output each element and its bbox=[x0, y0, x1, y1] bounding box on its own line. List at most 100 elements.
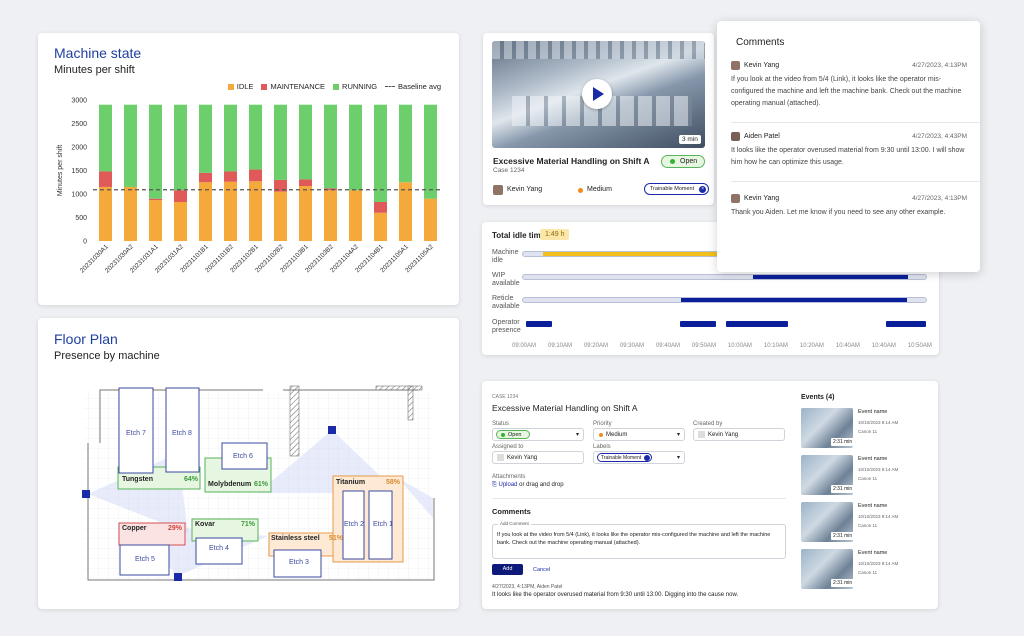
bar-segment-idle bbox=[174, 201, 187, 241]
zone-tungsten[interactable]: Tungsten 64% bbox=[122, 476, 198, 483]
bar-segment-running bbox=[249, 104, 262, 170]
video-case-user: Kevin Yang bbox=[507, 186, 543, 193]
idle-time-title: Total idle time bbox=[492, 231, 546, 240]
priority-select[interactable]: Medium ▾ bbox=[593, 428, 685, 441]
event-camera: Canon 11 bbox=[858, 429, 878, 434]
bar-segment-running bbox=[424, 104, 437, 199]
bar-segment-running bbox=[149, 104, 162, 199]
zone-molybdenum[interactable]: Molybdenum 61% bbox=[208, 481, 268, 488]
zone-titanium[interactable]: Titanium 58% bbox=[336, 479, 400, 486]
cancel-button[interactable]: Cancel bbox=[533, 567, 550, 573]
room-etch-1[interactable]: Etch 1 bbox=[373, 521, 393, 528]
zone-kovar-pct: 71% bbox=[240, 521, 255, 528]
y-tick-label: 0 bbox=[83, 239, 87, 246]
video-case-number: Case 1234 bbox=[493, 167, 525, 174]
zone-stainless-steel-pct: 51% bbox=[328, 535, 343, 542]
room-etch-3[interactable]: Etch 3 bbox=[289, 559, 309, 566]
bar-segment-idle bbox=[374, 212, 387, 241]
event-item[interactable]: 2:31 min Event name 10/10/2023 9:14 AM Cano… bbox=[801, 408, 931, 450]
status-select[interactable]: Open ▾ bbox=[492, 428, 584, 441]
idle-time-badge: 1:49 h bbox=[540, 229, 570, 240]
remove-tag-icon[interactable]: × bbox=[699, 186, 707, 193]
case-title: Excessive Material Handling on Shift A bbox=[492, 403, 638, 413]
bar-segment-running bbox=[399, 104, 412, 183]
status-dot-icon bbox=[670, 159, 675, 164]
remove-tag-icon[interactable] bbox=[644, 455, 651, 461]
assigned-to-field[interactable]: Kevin Yang bbox=[492, 451, 584, 464]
zone-copper[interactable]: Copper 29% bbox=[122, 525, 182, 532]
zone-molybdenum-pct: 61% bbox=[253, 481, 268, 488]
y-tick-label: 3000 bbox=[71, 98, 87, 105]
labels-select[interactable]: Trainable Moment ▾ bbox=[593, 451, 685, 464]
bar-segment-running bbox=[274, 104, 287, 180]
y-tick-label: 1500 bbox=[71, 168, 87, 175]
video-case-priority: Medium bbox=[587, 186, 612, 193]
status-pill: Open bbox=[496, 430, 531, 439]
y-tick-label: 2000 bbox=[71, 145, 87, 152]
case-detail-card: CASE 1234 Excessive Material Handling on… bbox=[482, 381, 938, 609]
bar-segment-idle bbox=[299, 186, 312, 241]
bar-segment-maintenance bbox=[149, 198, 162, 201]
room-etch-8[interactable]: Etch 8 bbox=[172, 430, 192, 437]
priority-label: Priority bbox=[593, 421, 612, 427]
add-comment-box[interactable]: Add Comment If you look at the video fro… bbox=[492, 521, 786, 559]
bar-segment-idle bbox=[324, 190, 337, 241]
comment-text: Thank you Aiden. Let me know if you need… bbox=[731, 209, 946, 216]
floor-plan-map bbox=[82, 385, 435, 581]
event-duration: 2:31 min bbox=[831, 438, 855, 446]
label-tag[interactable]: Trainable Moment bbox=[597, 453, 653, 462]
bar-segment-running bbox=[324, 104, 337, 189]
posted-comment-text: It looks like the operator overused mate… bbox=[492, 592, 739, 598]
comment-time: 4/27/2023, 4:43PM bbox=[912, 133, 967, 140]
divider bbox=[731, 181, 980, 182]
room-etch-4[interactable]: Etch 4 bbox=[209, 545, 229, 552]
machine-state-chart: 0 500 1000 1500 2000 2500 3000 Minutes per shif… bbox=[57, 98, 441, 274]
avatar bbox=[731, 132, 740, 141]
play-button-icon[interactable] bbox=[582, 79, 612, 109]
bar-segment-maintenance bbox=[99, 171, 112, 187]
upload-link[interactable]: Upload bbox=[498, 482, 517, 488]
video-case-card[interactable]: 3 min Excessive Material Handling on Shi… bbox=[483, 33, 714, 205]
avatar bbox=[731, 194, 740, 203]
event-item[interactable]: 2:31 min Event name 10/10/2023 9:14 AM Cano… bbox=[801, 502, 931, 544]
bar-segment-idle bbox=[149, 200, 162, 241]
comment-text: It looks like the operator overused mate… bbox=[731, 147, 965, 166]
row-operator-presence: Operator presence bbox=[492, 319, 521, 334]
zone-titanium-pct: 58% bbox=[385, 479, 400, 486]
time-axis: 09:00AM 09:10AM 09:20AM 09:30AM 09:40AM 09:50… bbox=[512, 343, 932, 349]
room-etch-5[interactable]: Etch 5 bbox=[135, 556, 155, 563]
events-title: Events (4) bbox=[801, 394, 835, 401]
event-duration: 2:31 min bbox=[831, 485, 855, 493]
bar-segment-idle bbox=[274, 191, 287, 241]
upload-area[interactable]: ⎘ Upload or drag and drop bbox=[492, 482, 564, 489]
event-date: 10/10/2023 9:14 AM bbox=[858, 467, 899, 472]
zone-stainless-steel[interactable]: Stainless steel 51% bbox=[271, 535, 343, 542]
zone-kovar[interactable]: Kovar 71% bbox=[195, 521, 255, 528]
room-etch-2[interactable]: Etch 2 bbox=[344, 521, 364, 528]
bar-segment-running bbox=[299, 104, 312, 180]
room-etch-7[interactable]: Etch 7 bbox=[126, 430, 146, 437]
video-case-title[interactable]: Excessive Material Handling on Shift A bbox=[493, 156, 650, 166]
event-camera: Canon 11 bbox=[858, 570, 878, 575]
event-date: 10/10/2023 9:14 AM bbox=[858, 420, 899, 425]
comment-time: 4/27/2023, 4:13PM bbox=[912, 62, 967, 69]
bar-segment-idle bbox=[424, 198, 437, 241]
comments-section-title: Comments bbox=[492, 507, 531, 516]
bar-segment-running bbox=[224, 104, 237, 172]
status-open-pill[interactable]: Open bbox=[661, 155, 705, 168]
comments-popup-title: Comments bbox=[736, 37, 785, 48]
bar-segment-maintenance bbox=[374, 201, 387, 213]
event-item[interactable]: 2:31 min Event name 10/10/2023 9:14 AM Cano… bbox=[801, 549, 931, 591]
bar-segment-running bbox=[374, 104, 387, 202]
label-tag[interactable]: Trainable Moment × bbox=[644, 183, 710, 195]
add-button[interactable]: Add bbox=[492, 564, 523, 575]
bar-segment-idle bbox=[224, 181, 237, 241]
event-item[interactable]: 2:31 min Event name 10/10/2023 9:14 AM Cano… bbox=[801, 455, 931, 497]
room-etch-6[interactable]: Etch 6 bbox=[233, 453, 253, 460]
bar-segment-idle bbox=[99, 186, 112, 241]
comment-time: 4/27/2023, 4:13PM bbox=[912, 195, 967, 202]
bar-segment-maintenance bbox=[199, 172, 212, 183]
comment-input[interactable]: If you look at the video from 5/4 (Link)… bbox=[497, 531, 782, 547]
avatar bbox=[698, 431, 705, 438]
event-date: 10/10/2023 9:14 AM bbox=[858, 514, 899, 519]
